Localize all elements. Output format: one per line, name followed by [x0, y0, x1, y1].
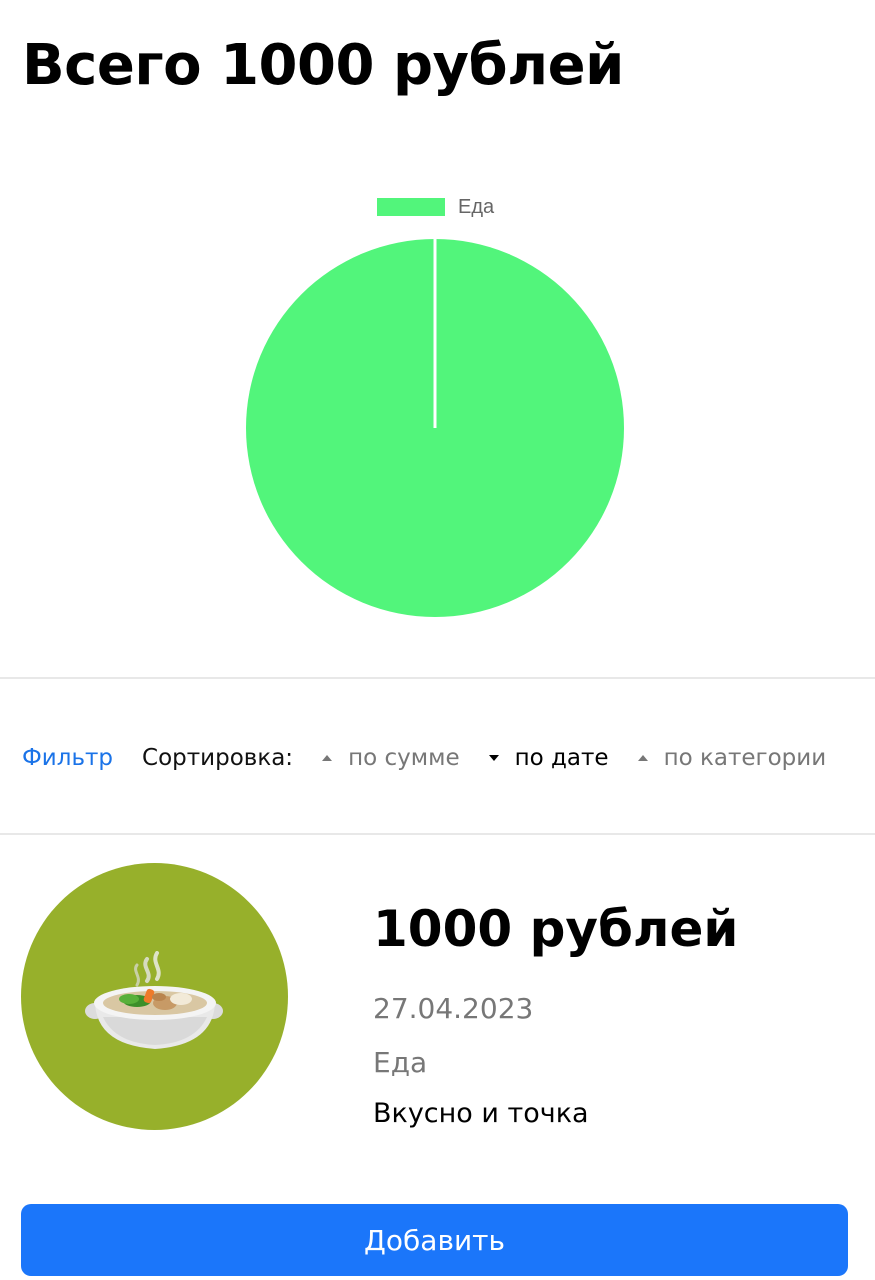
soup-bowl-icon: [85, 951, 223, 1049]
expense-chart: Еда: [0, 180, 875, 630]
sort-asc-icon: [637, 755, 648, 761]
expense-comment: Вкусно и точка: [373, 1098, 589, 1129]
expense-list-item[interactable]: 1000 рублей 27.04.2023 Еда Вкусно и точк…: [0, 836, 875, 1186]
total-title: Всего 1000 рублей: [22, 33, 624, 98]
sort-by-date[interactable]: по дате: [488, 745, 609, 771]
filter-sort-bar: Фильтр Сортировка: по сумме по дате по к…: [22, 738, 826, 778]
filter-link[interactable]: Фильтр: [22, 745, 113, 771]
chart-legend[interactable]: Еда: [377, 195, 495, 218]
divider: [0, 833, 875, 835]
sort-by-category-label: по категории: [663, 745, 827, 771]
sort-by-amount-label: по сумме: [348, 745, 460, 771]
expense-date: 27.04.2023: [373, 992, 534, 1025]
expense-category: Еда: [373, 1046, 428, 1079]
expense-amount: 1000 рублей: [373, 900, 739, 958]
divider: [0, 677, 875, 679]
legend-swatch: [377, 198, 445, 216]
sort-asc-icon: [322, 755, 333, 761]
sort-desc-icon: [488, 755, 499, 761]
sort-by-date-label: по дате: [514, 745, 609, 771]
add-button[interactable]: Добавить: [21, 1204, 848, 1276]
sort-by-amount[interactable]: по сумме: [322, 745, 460, 771]
sort-by-category[interactable]: по категории: [637, 745, 827, 771]
pie-chart: [246, 239, 624, 617]
category-avatar: [21, 863, 288, 1130]
legend-label: Еда: [458, 195, 495, 218]
expenses-page: Всего 1000 рублей Еда Фильтр Сортировка:…: [0, 0, 875, 1280]
sort-label: Сортировка:: [142, 745, 294, 771]
